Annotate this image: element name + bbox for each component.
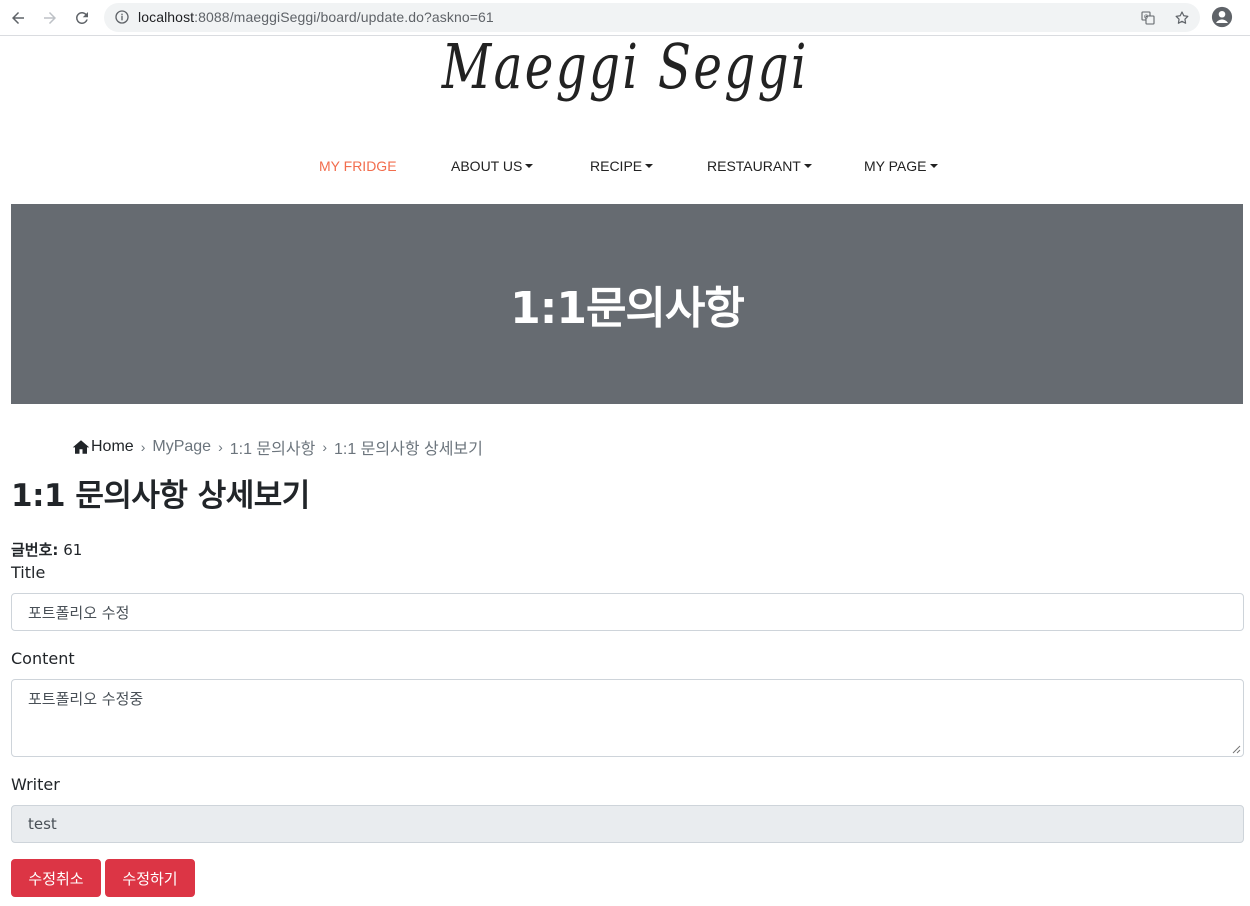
chevron-right-icon: › <box>322 439 327 455</box>
url-path: :8088/maeggiSeggi/board/update.do?askno=… <box>194 9 494 25</box>
hero-banner: 1:1문의사항 <box>11 204 1243 404</box>
breadcrumb-item-inquiry[interactable]: 1:1 문의사항 <box>230 435 316 459</box>
url-host: localhost <box>138 9 195 25</box>
nav-item-label: MY FRIDGE <box>319 158 397 174</box>
profile-icon[interactable] <box>1211 6 1233 28</box>
post-number: 글번호: 61 <box>11 539 82 560</box>
post-number-label: 글번호: <box>11 541 59 559</box>
main-nav: MY FRIDGE ABOUT US RECIPE RESTAURANT MY … <box>0 158 1250 178</box>
caret-down-icon <box>645 164 654 168</box>
content-textarea[interactable]: 포트폴리오 수정중 <box>11 679 1244 757</box>
forward-arrow-icon[interactable] <box>38 6 62 30</box>
home-icon <box>72 440 90 454</box>
bookmark-star-icon[interactable] <box>1174 10 1190 26</box>
resize-handle-icon[interactable] <box>1232 745 1241 754</box>
info-icon[interactable] <box>114 9 130 25</box>
post-number-value: 61 <box>63 541 83 559</box>
writer-field-value: test <box>28 815 57 833</box>
site-logo[interactable]: Maeggi Seggi <box>0 30 1250 103</box>
url-text: localhost:8088/maeggiSeggi/board/update.… <box>138 9 494 25</box>
breadcrumb-home-label: Home <box>91 438 134 455</box>
breadcrumb-home-link[interactable]: Home <box>72 438 134 456</box>
back-arrow-icon[interactable] <box>6 6 30 30</box>
nav-item-label: RESTAURANT <box>707 158 801 174</box>
chevron-right-icon: › <box>218 439 223 455</box>
nav-item-about-us[interactable]: ABOUT US <box>451 158 534 174</box>
content-textarea-value: 포트폴리오 수정중 <box>28 690 144 708</box>
chevron-right-icon: › <box>140 439 146 455</box>
nav-item-label: ABOUT US <box>451 158 523 174</box>
svg-text:G: G <box>1144 15 1148 21</box>
breadcrumb: Home › MyPage › 1:1 문의사항 › 1:1 문의사항 상세보기 <box>72 435 483 459</box>
reload-icon[interactable] <box>70 6 94 30</box>
submit-edit-button[interactable]: 수정하기 <box>105 859 195 897</box>
nav-item-my-page[interactable]: MY PAGE <box>864 158 938 174</box>
cancel-edit-button[interactable]: 수정취소 <box>11 859 101 897</box>
nav-item-recipe[interactable]: RECIPE <box>590 158 654 174</box>
site-logo-text: Maeggi Seggi <box>441 30 809 103</box>
translate-icon[interactable]: G <box>1140 10 1156 26</box>
title-input-value: 포트폴리오 수정 <box>28 603 130 622</box>
nav-item-my-fridge[interactable]: MY FRIDGE <box>319 158 397 174</box>
nav-item-label: MY PAGE <box>864 158 927 174</box>
writer-field: test <box>11 805 1244 843</box>
hero-title: 1:1문의사항 <box>510 283 745 334</box>
caret-down-icon <box>803 164 812 168</box>
breadcrumb-item-inquiry-detail: 1:1 문의사항 상세보기 <box>333 441 483 458</box>
content-label: Content <box>11 649 75 668</box>
writer-label: Writer <box>11 775 60 794</box>
caret-down-icon <box>929 164 938 168</box>
address-bar[interactable]: localhost:8088/maeggiSeggi/board/update.… <box>104 3 1200 32</box>
caret-down-icon <box>525 164 534 168</box>
nav-item-label: RECIPE <box>590 158 643 174</box>
title-input[interactable]: 포트폴리오 수정 <box>11 593 1244 631</box>
nav-item-restaurant[interactable]: RESTAURANT <box>707 158 812 174</box>
page-title: 1:1 문의사항 상세보기 <box>11 478 310 514</box>
title-label: Title <box>11 563 46 582</box>
breadcrumb-item-mypage[interactable]: MyPage <box>152 438 211 456</box>
